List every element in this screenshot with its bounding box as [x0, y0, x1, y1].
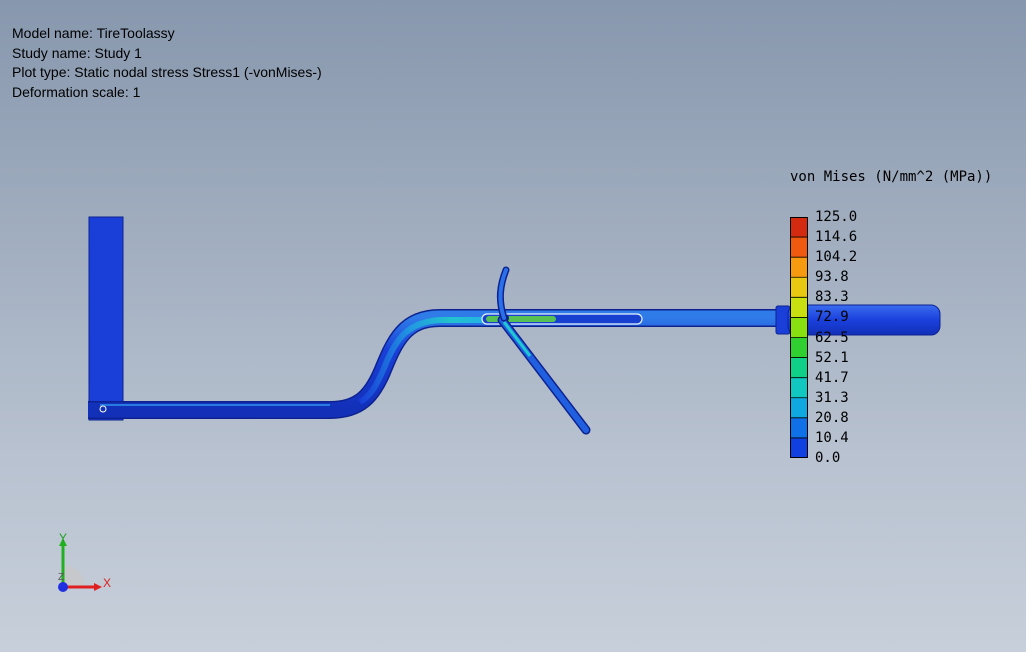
- legend-tick-label: 93.8: [815, 269, 849, 286]
- colorbar-band: [790, 237, 808, 258]
- lever-arm-highlight: [502, 321, 532, 357]
- legend-tick-label: 125.0: [815, 209, 858, 225]
- legend-tick-label: 83.3: [815, 289, 849, 306]
- legend-tick-label: 114.6: [815, 229, 858, 246]
- x-axis-label: X: [103, 576, 112, 590]
- legend-tick-label: 104.2: [815, 249, 858, 266]
- bent-rod-fill: [88, 310, 780, 418]
- colorbar-band: [790, 437, 808, 458]
- colorbar-band: [790, 277, 808, 298]
- legend-tick-label: 41.7: [815, 369, 849, 386]
- colorbar-band: [790, 317, 808, 338]
- handle-grip: [787, 304, 941, 336]
- x-axis-arrowhead: [94, 583, 102, 591]
- colorbar-band: [790, 357, 808, 379]
- colorbar-band: [790, 337, 808, 359]
- bent-rod: [88, 309, 780, 419]
- stress-plot-model[interactable]: [0, 0, 1026, 652]
- colorbar-band: [790, 397, 808, 419]
- legend-title: von Mises (N/mm^2 (MPa)): [790, 169, 993, 185]
- legend-tick-label: 31.3: [815, 389, 849, 406]
- legend-tick-label: 52.1: [815, 349, 849, 366]
- vertical-plate: [88, 216, 124, 421]
- slot-green-stress: [486, 316, 556, 322]
- y-axis-label: Y: [59, 531, 68, 545]
- legend-tick-label: 10.4: [815, 429, 849, 446]
- z-axis-dot: [58, 582, 68, 592]
- colorbar-band: [790, 297, 808, 318]
- colorbar-band: [790, 257, 808, 278]
- colorbar-band: [790, 377, 808, 399]
- colorbar-band: [790, 217, 808, 238]
- legend-tick-label: 0.0: [815, 450, 841, 466]
- legend-tick-label: 72.9: [815, 309, 849, 326]
- legend-tick-label: 62.5: [815, 329, 849, 346]
- colorbar-band: [790, 417, 808, 439]
- z-axis-label: Z: [58, 572, 65, 583]
- legend-tick-label: 20.8: [815, 409, 849, 426]
- legend-colorbar: [790, 217, 808, 458]
